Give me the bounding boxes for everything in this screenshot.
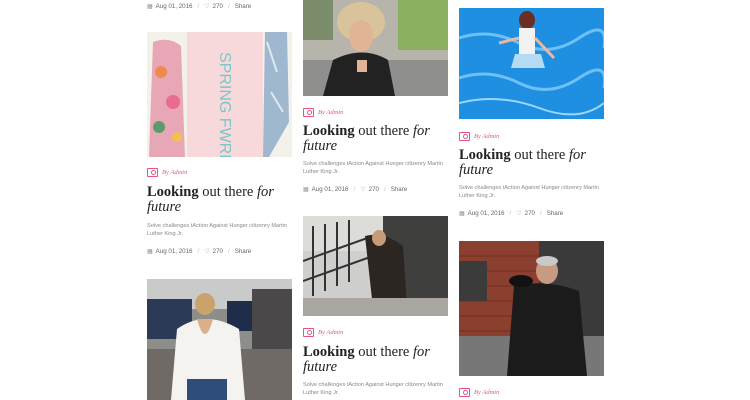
image-lettering: SPRING FWRD bbox=[216, 52, 233, 157]
post-image[interactable] bbox=[303, 216, 448, 316]
post-author[interactable]: By Admin bbox=[147, 168, 187, 177]
camera-icon bbox=[303, 328, 314, 337]
post-author[interactable]: By Admin bbox=[303, 108, 343, 117]
like-count: 270 bbox=[212, 3, 223, 10]
post-title[interactable]: Looking out there for future bbox=[303, 345, 453, 375]
calendar-icon: ▦ bbox=[147, 249, 153, 255]
post-author[interactable]: By Admin bbox=[459, 388, 499, 397]
share-link[interactable]: Share bbox=[235, 3, 252, 10]
like-count: 270 bbox=[524, 210, 535, 217]
post-date: Aug 01, 2016 bbox=[155, 248, 193, 255]
post-image[interactable] bbox=[147, 279, 292, 400]
woman-in-pool-photo bbox=[459, 8, 604, 119]
camera-icon bbox=[459, 388, 470, 397]
like-count: 270 bbox=[212, 248, 223, 255]
man-in-black-coat-photo bbox=[459, 241, 604, 376]
calendar-icon: ▦ bbox=[459, 211, 465, 217]
post-author[interactable]: By Admin bbox=[303, 328, 343, 337]
spring-fwrd-photo: SPRING FWRD bbox=[147, 32, 292, 157]
post-meta: ▦ Aug 01, 2016 / ♡ 270 / Share bbox=[303, 186, 408, 193]
camera-icon bbox=[303, 108, 314, 117]
heart-icon[interactable]: ♡ bbox=[360, 186, 365, 193]
camera-icon bbox=[459, 132, 470, 141]
post-date: Aug 01, 2016 bbox=[467, 210, 505, 217]
camera-icon bbox=[147, 168, 158, 177]
post-image[interactable] bbox=[303, 0, 448, 96]
post-excerpt: Solve challenges tAction Against Hunger … bbox=[303, 382, 443, 396]
post-title[interactable]: Looking out there for future bbox=[147, 185, 297, 215]
post-date: Aug 01, 2016 bbox=[155, 3, 193, 10]
post-meta: ▦ Aug 01, 2016 / ♡ 270 / Share bbox=[459, 210, 564, 217]
heart-icon[interactable]: ♡ bbox=[516, 210, 521, 217]
woman-covering-face-photo bbox=[303, 0, 448, 96]
post-date: Aug 01, 2016 bbox=[311, 186, 349, 193]
post-image[interactable] bbox=[459, 8, 604, 119]
post-meta: ▦ Aug 01, 2016 / ♡ 270 / Share bbox=[147, 248, 252, 255]
post-excerpt: Solve challenges tAction Against Hunger … bbox=[459, 185, 599, 199]
post-excerpt: Solve challenges tAction Against Hunger … bbox=[303, 161, 443, 175]
street-woman-photo bbox=[147, 279, 292, 400]
post-title[interactable]: Looking out there for future bbox=[303, 124, 453, 154]
post-title[interactable]: Looking out there for future bbox=[459, 148, 609, 178]
post-image[interactable] bbox=[459, 241, 604, 376]
share-link[interactable]: Share bbox=[547, 210, 564, 217]
heart-icon[interactable]: ♡ bbox=[204, 3, 209, 10]
heart-icon[interactable]: ♡ bbox=[204, 248, 209, 255]
calendar-icon: ▦ bbox=[303, 187, 309, 193]
man-on-stairs-photo bbox=[303, 216, 448, 316]
post-meta: ▦ Aug 01, 2016 / ♡ 270 / Share bbox=[147, 3, 252, 10]
calendar-icon: ▦ bbox=[147, 4, 153, 10]
post-image[interactable]: SPRING FWRD bbox=[147, 32, 292, 157]
post-excerpt: Solve challenges tAction Against Hunger … bbox=[147, 223, 287, 237]
like-count: 270 bbox=[368, 186, 379, 193]
share-link[interactable]: Share bbox=[235, 248, 252, 255]
share-link[interactable]: Share bbox=[391, 186, 408, 193]
post-author[interactable]: By Admin bbox=[459, 132, 499, 141]
